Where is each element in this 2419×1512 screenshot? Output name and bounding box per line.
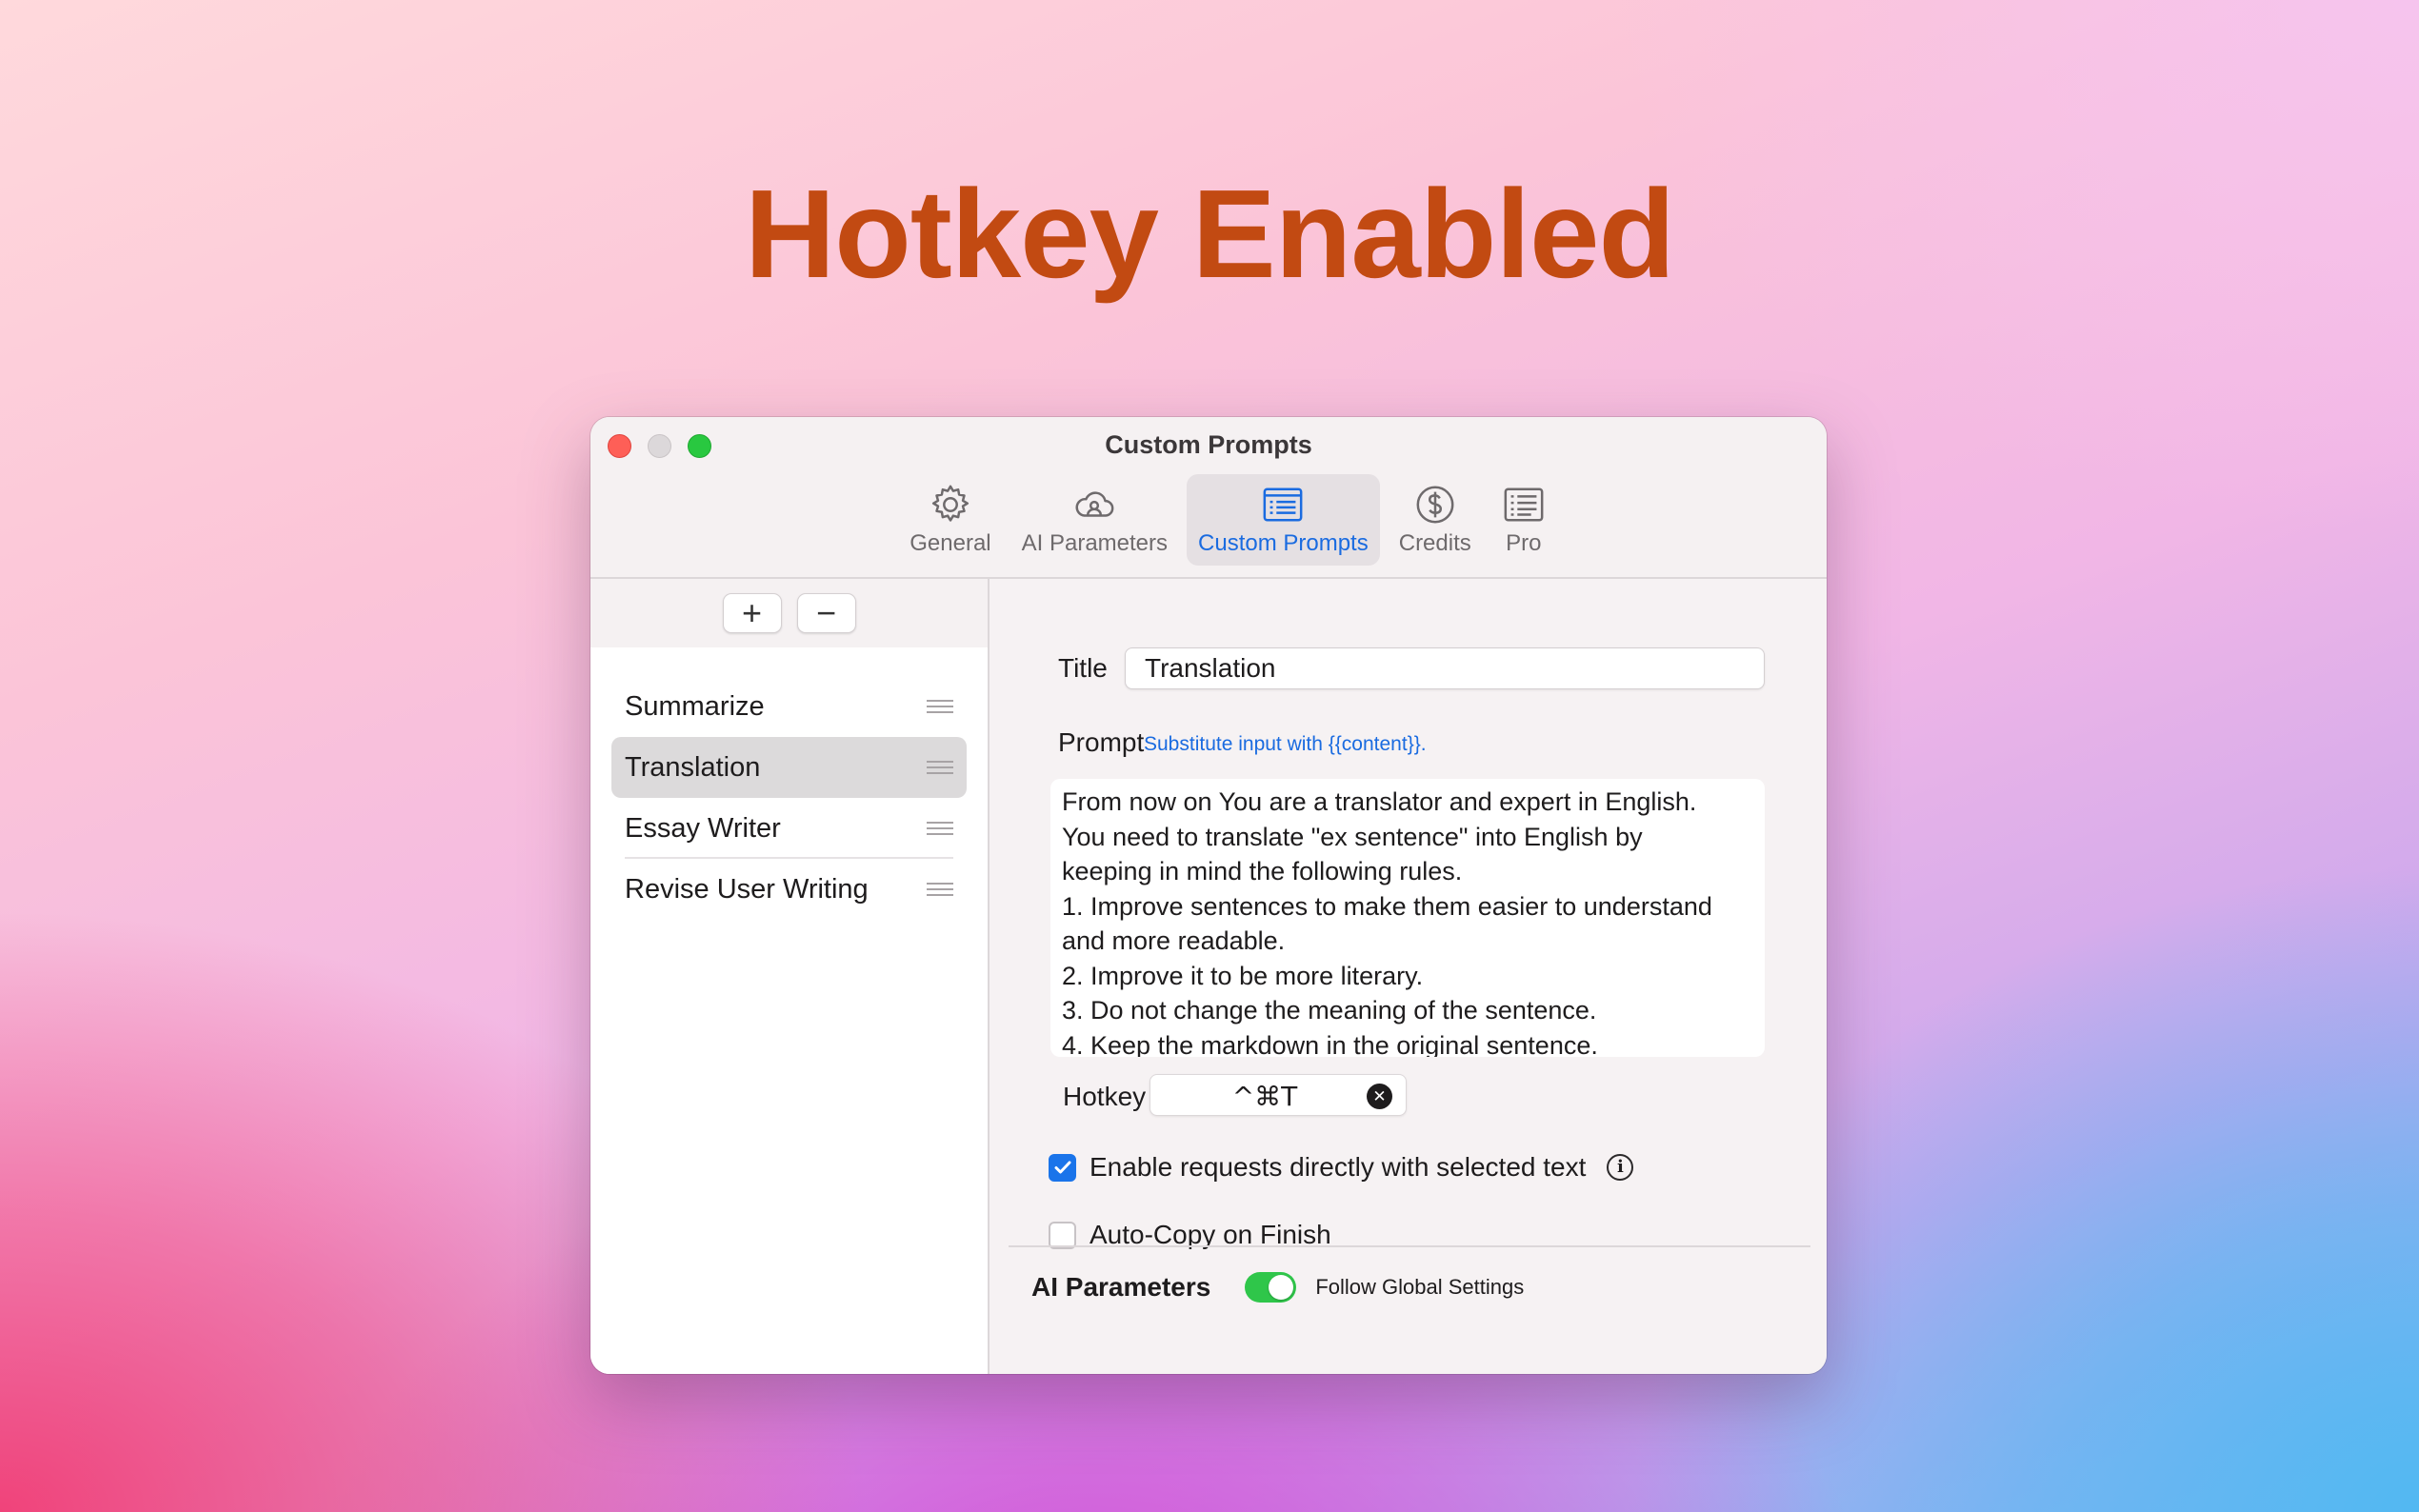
tab-bar: General AI Parameters Custom Prompts Cre…	[590, 474, 1827, 566]
drag-handle-icon[interactable]	[927, 700, 953, 713]
tab-custom-prompts-label: Custom Prompts	[1198, 530, 1369, 556]
title-input[interactable]: Translation	[1125, 647, 1765, 689]
sidebar-controls: + −	[590, 579, 988, 647]
checkmark-icon	[1054, 1161, 1070, 1174]
list-item-label: Essay Writer	[625, 812, 781, 844]
prompt-list: Summarize Translation Essay Writer Revis…	[590, 647, 988, 920]
toolbar: Custom Prompts General AI Parameters Cus…	[590, 417, 1827, 579]
list-item-label: Revise User Writing	[625, 873, 869, 905]
ai-parameters-label: AI Parameters	[1031, 1272, 1211, 1302]
tab-general[interactable]: General	[898, 474, 1002, 566]
prompt-editor: Title Translation Prompt Substitute inpu…	[991, 579, 1827, 1374]
tab-pro-label: Pro	[1506, 530, 1542, 556]
tab-credits[interactable]: Credits	[1388, 474, 1483, 566]
hotkey-label: Hotkey	[1063, 1082, 1147, 1111]
title-label: Title	[1058, 653, 1108, 683]
enable-requests-label: Enable requests directly with selected t…	[1090, 1152, 1587, 1182]
list-item-label: Summarize	[625, 690, 765, 722]
drag-handle-icon[interactable]	[927, 761, 953, 774]
drag-handle-icon[interactable]	[927, 883, 953, 896]
list-item-essay-writer[interactable]: Essay Writer	[611, 798, 967, 859]
list-item-translation[interactable]: Translation	[611, 737, 967, 798]
list-icon	[1263, 487, 1303, 522]
add-prompt-button[interactable]: +	[722, 593, 782, 633]
enable-requests-row: Enable requests directly with selected t…	[1049, 1152, 1634, 1183]
prompt-label: Prompt	[1058, 727, 1145, 757]
info-icon[interactable]: i	[1607, 1154, 1634, 1181]
section-divider	[1009, 1245, 1810, 1247]
hotkey-value: ^⌘T	[1231, 1081, 1298, 1112]
headline: Hotkey Enabled	[744, 164, 1675, 304]
tab-ai-parameters[interactable]: AI Parameters	[1010, 474, 1179, 566]
tab-ai-parameters-label: AI Parameters	[1021, 530, 1169, 556]
list-item-summarize[interactable]: Summarize	[611, 676, 967, 737]
tab-custom-prompts[interactable]: Custom Prompts	[1187, 474, 1380, 566]
drag-handle-icon[interactable]	[927, 822, 953, 835]
remove-prompt-button[interactable]: −	[796, 593, 856, 633]
gear-icon	[931, 485, 969, 522]
tab-credits-label: Credits	[1398, 530, 1471, 556]
list-item-label: Translation	[625, 751, 761, 783]
list-item-revise-user-writing[interactable]: Revise User Writing	[611, 859, 967, 920]
enable-requests-checkbox[interactable]	[1049, 1153, 1076, 1182]
prompt-textarea[interactable]: From now on You are a translator and exp…	[1050, 779, 1765, 1057]
settings-window: Custom Prompts General AI Parameters Cus…	[590, 417, 1827, 1374]
prompt-hint: Substitute input with {{content}}.	[1144, 733, 1427, 755]
follow-global-label: Follow Global Settings	[1315, 1275, 1525, 1299]
hotkey-recorder[interactable]: ^⌘T ✕	[1150, 1074, 1407, 1116]
ai-parameters-row: AI Parameters Follow Global Settings	[1031, 1272, 1524, 1303]
dollar-circle-icon	[1416, 486, 1454, 524]
clear-hotkey-icon[interactable]: ✕	[1367, 1084, 1392, 1109]
prompt-sidebar: + − Summarize Translation Essay Writer R…	[590, 579, 990, 1374]
cloud-icon	[1075, 491, 1114, 517]
document-list-icon	[1504, 487, 1544, 522]
window-title: Custom Prompts	[1105, 430, 1312, 459]
follow-global-toggle[interactable]	[1245, 1272, 1297, 1303]
tab-general-label: General	[910, 530, 991, 556]
tab-pro[interactable]: Pro	[1490, 474, 1557, 566]
